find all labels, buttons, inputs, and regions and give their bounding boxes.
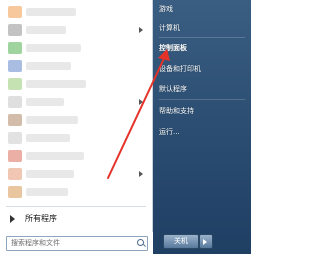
program-item[interactable]: [2, 166, 143, 182]
search-icon: [137, 239, 144, 246]
program-icon: [8, 150, 22, 162]
link-run[interactable]: 运行...: [159, 127, 180, 137]
program-item[interactable]: [2, 76, 142, 92]
submenu-arrow-icon: [139, 99, 143, 105]
link-help-support[interactable]: 帮助和支持: [159, 106, 194, 116]
program-item[interactable]: [2, 58, 142, 74]
program-item[interactable]: [2, 130, 142, 146]
search-input[interactable]: 搜索程序和文件: [6, 236, 148, 251]
expand-arrow-icon: [10, 215, 15, 223]
program-icon: [8, 114, 22, 126]
all-programs-label: 所有程序: [25, 214, 57, 223]
program-icon: [8, 168, 22, 180]
program-item[interactable]: [2, 112, 142, 128]
all-programs-button[interactable]: 所有程序: [0, 211, 152, 227]
divider: [159, 37, 245, 38]
search-placeholder: 搜索程序和文件: [11, 239, 60, 247]
start-menu: 所有程序 搜索程序和文件 游戏 计算机 控制面板 设备和打印机 默认程序 帮助和…: [0, 0, 251, 254]
program-icon: [8, 78, 22, 90]
submenu-arrow-icon: [139, 27, 143, 33]
program-icon: [8, 24, 22, 36]
program-item[interactable]: [2, 4, 142, 20]
link-default-programs[interactable]: 默认程序: [159, 84, 187, 94]
program-icon: [8, 60, 22, 72]
divider: [159, 99, 245, 100]
program-list-pane: 所有程序: [0, 0, 153, 232]
program-item[interactable]: [2, 22, 143, 38]
divider: [6, 206, 146, 207]
chevron-right-icon: [203, 239, 207, 245]
program-icon: [8, 42, 22, 54]
link-computer[interactable]: 计算机: [159, 23, 180, 33]
program-icon: [8, 132, 22, 144]
program-icon: [8, 96, 22, 108]
shutdown-options-button[interactable]: [199, 234, 213, 249]
program-icon: [8, 6, 22, 18]
submenu-arrow-icon: [139, 171, 143, 177]
link-devices-printers[interactable]: 设备和打印机: [159, 64, 201, 74]
program-icon: [8, 186, 22, 198]
shutdown-button[interactable]: 关机: [163, 234, 199, 249]
system-links-pane: 游戏 计算机 控制面板 设备和打印机 默认程序 帮助和支持 运行... 关机: [153, 0, 251, 254]
search-row: 搜索程序和文件: [0, 232, 152, 254]
link-games[interactable]: 游戏: [159, 4, 173, 14]
program-item[interactable]: [2, 148, 142, 164]
program-item[interactable]: [2, 40, 142, 56]
link-control-panel[interactable]: 控制面板: [159, 43, 187, 53]
program-item[interactable]: [2, 184, 142, 200]
program-item[interactable]: [2, 94, 143, 110]
